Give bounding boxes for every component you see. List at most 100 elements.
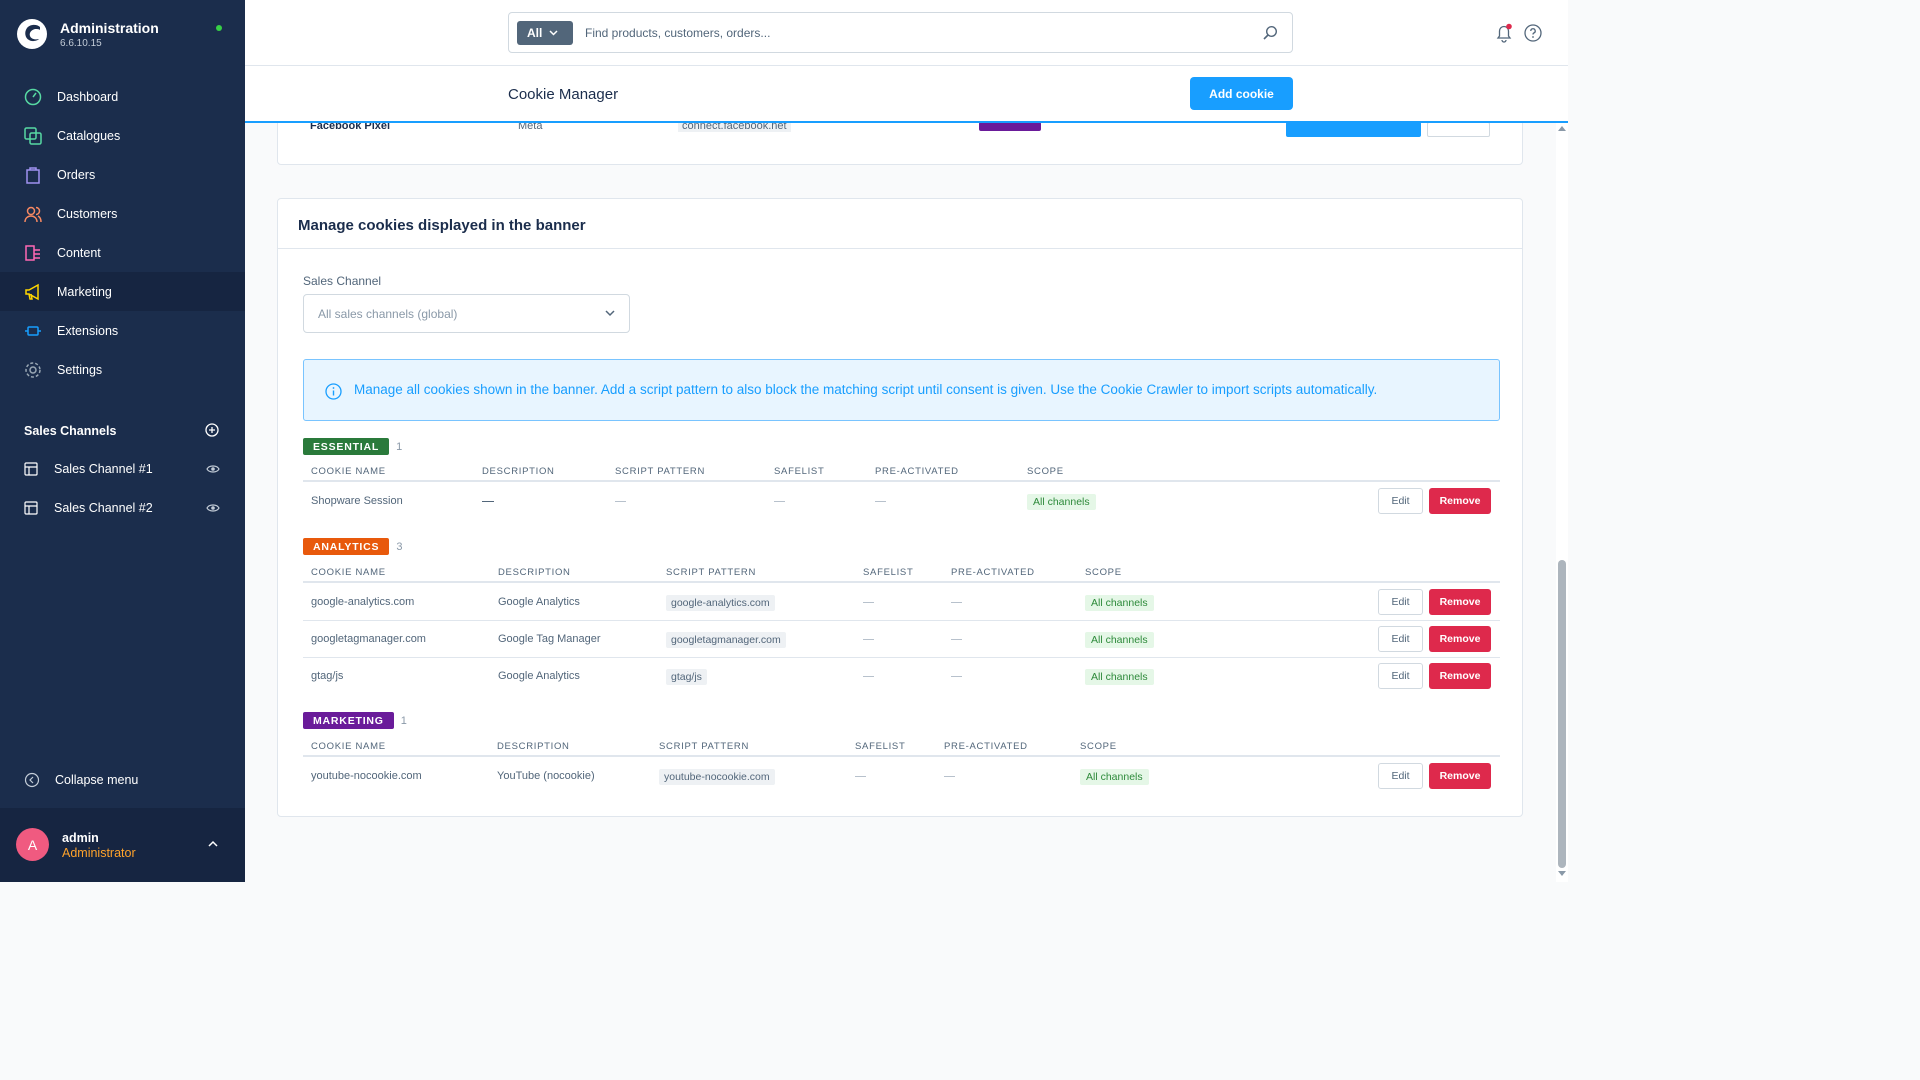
edit-button[interactable]: Edit	[1378, 488, 1423, 514]
cut-add-to-manager-button[interactable]	[1286, 123, 1421, 137]
empty-pattern	[615, 501, 626, 502]
avatar: A	[16, 828, 49, 861]
brand[interactable]: Administration 6.6.10.15	[16, 16, 236, 52]
nav-label: Marketing	[57, 284, 112, 299]
info-alert: Manage all cookies shown in the banner. …	[303, 359, 1500, 421]
script-pattern: google-analytics.com	[666, 595, 775, 611]
sales-channel-item-1[interactable]: Sales Channel #1	[24, 459, 224, 479]
remove-button[interactable]: Remove	[1429, 663, 1491, 689]
column-header: SAFELIST	[863, 567, 914, 578]
dashboard-icon	[24, 88, 42, 105]
empty-safelist	[855, 776, 866, 777]
remove-button[interactable]: Remove	[1429, 626, 1491, 652]
smart-bar: Cookie Manager Add cookie	[245, 66, 1568, 123]
scroll-up-arrow-icon[interactable]	[1558, 126, 1566, 131]
main-content: Facebook Pixel Meta connect.facebook.net…	[245, 123, 1556, 882]
scope-badge: All channels	[1080, 769, 1149, 785]
remove-button[interactable]: Remove	[1429, 488, 1491, 514]
page-scrollbar[interactable]	[1556, 123, 1568, 882]
column-header: SAFELIST	[774, 466, 825, 477]
empty-preactivated	[951, 676, 962, 677]
table-header: COOKIE NAME DESCRIPTION SCRIPT PATTERN S…	[303, 462, 1500, 482]
column-header: SCRIPT PATTERN	[615, 466, 706, 477]
nav-item-marketing[interactable]: Marketing	[0, 272, 245, 311]
group-count: 1	[396, 440, 403, 453]
scrollbar-thumb[interactable]	[1558, 560, 1566, 868]
user-menu[interactable]: A admin Administrator	[0, 808, 245, 882]
table-row: gtag/js Google Analytics gtag/js All cha…	[303, 658, 1500, 695]
remove-button[interactable]: Remove	[1429, 763, 1491, 789]
cut-dismiss-button[interactable]	[1427, 123, 1490, 137]
sales-channel-item-2[interactable]: Sales Channel #2	[24, 498, 224, 518]
edit-button[interactable]: Edit	[1378, 626, 1423, 652]
app-title: Administration	[60, 20, 159, 36]
collapse-menu-button[interactable]: Collapse menu	[24, 772, 138, 788]
script-pattern: youtube-nocookie.com	[659, 769, 775, 785]
main-nav: Dashboard Catalogues Orders Customers Co…	[0, 77, 245, 389]
cookie-description: YouTube (nocookie)	[497, 770, 595, 782]
empty-safelist	[863, 602, 874, 603]
empty-description	[482, 501, 494, 502]
cut-marketing-tag	[979, 123, 1041, 131]
remove-button[interactable]: Remove	[1429, 589, 1491, 615]
cookie-description: Google Analytics	[498, 596, 580, 608]
nav-item-orders[interactable]: Orders	[0, 155, 245, 194]
nav-item-extensions[interactable]: Extensions	[0, 311, 245, 350]
notification-bell-icon[interactable]	[1494, 23, 1514, 43]
column-header: SCRIPT PATTERN	[666, 567, 757, 578]
column-header: SCOPE	[1080, 741, 1117, 752]
scope-badge: All channels	[1027, 494, 1096, 510]
edit-button[interactable]: Edit	[1378, 589, 1423, 615]
add-sales-channel-icon[interactable]	[205, 423, 219, 437]
column-header: SCOPE	[1085, 567, 1122, 578]
settings-icon	[25, 361, 41, 378]
group-badge: MARKETING	[303, 712, 394, 729]
app-version: 6.6.10.15	[60, 38, 102, 49]
scope-badge: All channels	[1085, 632, 1154, 648]
nav-item-customers[interactable]: Customers	[0, 194, 245, 233]
chevron-down-icon	[605, 310, 615, 317]
cookie-name: googletagmanager.com	[311, 633, 426, 645]
add-cookie-button[interactable]: Add cookie	[1190, 77, 1293, 110]
shopware-logo-icon	[17, 19, 47, 49]
edit-button[interactable]: Edit	[1378, 663, 1423, 689]
search-type-label: All	[527, 26, 543, 40]
eye-icon[interactable]	[206, 502, 220, 514]
scroll-down-arrow-icon[interactable]	[1558, 871, 1566, 876]
help-icon[interactable]	[1524, 24, 1542, 42]
search-icon[interactable]	[1263, 25, 1278, 40]
eye-icon[interactable]	[206, 463, 220, 475]
empty-safelist	[774, 501, 785, 502]
top-bar: All	[245, 0, 1568, 66]
nav-item-catalogues[interactable]: Catalogues	[0, 116, 245, 155]
crawler-results-card: Facebook Pixel Meta connect.facebook.net	[277, 123, 1523, 165]
empty-safelist	[863, 676, 874, 677]
info-icon	[325, 383, 342, 400]
chevron-up-icon	[208, 840, 218, 847]
cookie-description: Google Tag Manager	[498, 633, 601, 645]
group-badge: ANALYTICS	[303, 538, 390, 555]
nav-item-settings[interactable]: Settings	[0, 350, 245, 389]
user-name: admin	[62, 831, 99, 845]
search-input[interactable]	[585, 23, 1245, 43]
column-header: DESCRIPTION	[498, 567, 571, 578]
cookie-name: gtag/js	[311, 670, 344, 682]
table-row: googletagmanager.com Google Tag Manager …	[303, 621, 1500, 658]
storefront-icon	[24, 501, 38, 515]
search-type-select[interactable]: All	[517, 21, 573, 45]
nav-item-content[interactable]: Content	[0, 233, 245, 272]
edit-button[interactable]: Edit	[1378, 763, 1423, 789]
cookie-name: youtube-nocookie.com	[311, 770, 422, 782]
sales-channel-select[interactable]: All sales channels (global)	[303, 294, 630, 333]
marketing-icon	[25, 283, 39, 300]
cut-cookie-vendor: Meta	[518, 123, 543, 132]
orders-icon	[26, 166, 40, 184]
cookie-description: Google Analytics	[498, 670, 580, 682]
column-header: PRE-ACTIVATED	[951, 567, 1035, 578]
info-text: Manage all cookies shown in the banner. …	[354, 382, 1378, 397]
nav-item-dashboard[interactable]: Dashboard	[0, 77, 245, 116]
column-header: SAFELIST	[855, 741, 906, 752]
column-header: COOKIE NAME	[311, 466, 386, 477]
nav-label: Extensions	[57, 323, 119, 338]
group-count: 1	[400, 714, 407, 727]
